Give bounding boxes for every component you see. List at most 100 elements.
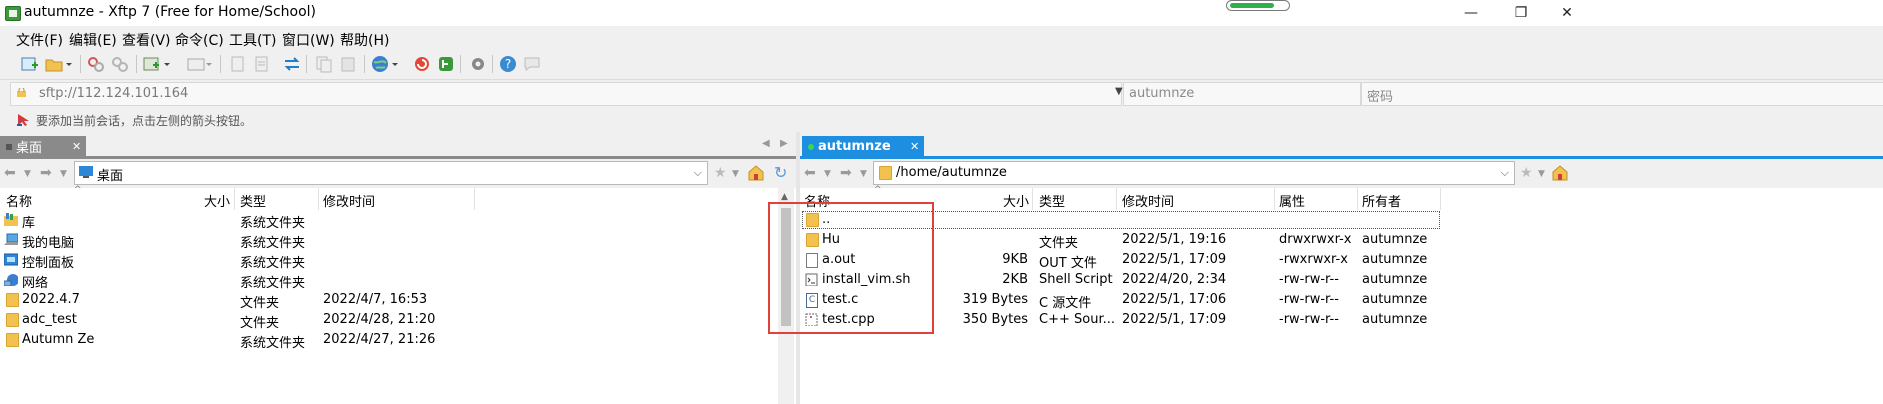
- table-row[interactable]: C test.c 319 Bytes C 源文件 2022/5/1, 17:06…: [800, 290, 1883, 311]
- toolbar-separator: [220, 55, 221, 73]
- table-row[interactable]: 库 系统文件夹: [0, 210, 796, 231]
- tab-scroll-left-icon[interactable]: ◀: [762, 138, 770, 149]
- remote-nav-bar: ⬅ ▼ ➡ ▼ /home/autumnze ⌵ ★ ▼: [800, 159, 1883, 188]
- minimize-button[interactable]: —: [1448, 0, 1494, 26]
- column-type[interactable]: 类型: [240, 191, 266, 210]
- menu-edit[interactable]: 编辑(E): [69, 30, 117, 50]
- refresh-icon[interactable]: ↻: [774, 163, 787, 182]
- menu-bar: 文件(F) 编辑(E) 查看(V) 命令(C) 工具(T) 窗口(W) 帮助(H…: [0, 26, 1883, 50]
- back-dropdown-icon[interactable]: ▼: [824, 169, 831, 179]
- close-button[interactable]: ✕: [1544, 0, 1590, 26]
- tab-local-desktop[interactable]: 桌面 ✕: [0, 136, 86, 157]
- column-type[interactable]: 类型: [1039, 191, 1065, 210]
- chat-bubble-icon[interactable]: [522, 54, 542, 74]
- favorites-dropdown-icon[interactable]: ▼: [1538, 169, 1545, 179]
- table-row[interactable]: Hu 文件夹 2022/5/1, 19:16 drwxrwxr-x autumn…: [800, 230, 1883, 251]
- table-row[interactable]: 控制面板 系统文件夹: [0, 250, 796, 271]
- table-row[interactable]: 2022.4.7 文件夹 2022/4/7, 16:53: [0, 290, 796, 311]
- host-address-input[interactable]: sftp://112.124.101.164 ▼: [10, 82, 1123, 106]
- table-row[interactable]: test.cpp 350 Bytes C++ Sour... 2022/5/1,…: [800, 310, 1883, 330]
- help-icon[interactable]: ?: [498, 54, 518, 74]
- local-path-input[interactable]: 桌面 ⌵: [74, 161, 708, 185]
- file-modified: 2022/4/27, 21:26: [323, 332, 436, 347]
- table-row[interactable]: 我的电脑 系统文件夹: [0, 230, 796, 251]
- menu-tools[interactable]: 工具(T): [229, 30, 276, 50]
- column-name[interactable]: 名称: [6, 191, 32, 210]
- scroll-up-icon[interactable]: ▲: [781, 192, 788, 202]
- open-folder-icon[interactable]: [44, 54, 64, 74]
- file-modified: 2022/5/1, 17:09: [1122, 312, 1227, 327]
- file-name: 2022.4.7: [22, 292, 80, 307]
- desktop-icon: [79, 166, 93, 178]
- column-modified[interactable]: 修改时间: [1122, 191, 1174, 210]
- new-session-icon[interactable]: [20, 54, 40, 74]
- disconnect-icon[interactable]: [86, 54, 106, 74]
- close-tab-icon[interactable]: ✕: [72, 140, 81, 153]
- table-row[interactable]: 网络 系统文件夹: [0, 270, 796, 291]
- view-mode-icon[interactable]: [186, 54, 212, 74]
- menu-window[interactable]: 窗口(W): [282, 30, 335, 50]
- table-row[interactable]: adc_test 文件夹 2022/4/28, 21:20: [0, 310, 796, 331]
- xftp-icon[interactable]: [436, 54, 456, 74]
- column-attributes[interactable]: 属性: [1279, 191, 1305, 210]
- menu-help[interactable]: 帮助(H): [340, 30, 389, 50]
- home-folder-icon[interactable]: [748, 165, 764, 181]
- new-folder-icon[interactable]: [142, 54, 162, 74]
- add-session-arrow-icon[interactable]: [16, 113, 30, 127]
- forward-arrow-icon[interactable]: ➡: [40, 165, 52, 181]
- globe-dropdown-icon[interactable]: [390, 54, 400, 74]
- forward-dropdown-icon[interactable]: ▼: [860, 169, 867, 179]
- back-arrow-icon[interactable]: ⬅: [4, 165, 16, 181]
- file-size: 9KB: [1002, 252, 1028, 267]
- column-size[interactable]: 大小: [1003, 191, 1029, 210]
- paste-icon[interactable]: [338, 54, 358, 74]
- chevron-down-icon[interactable]: ▼: [1115, 86, 1123, 97]
- back-dropdown-icon[interactable]: ▼: [24, 169, 31, 179]
- password-input[interactable]: 密码: [1361, 82, 1883, 106]
- favorites-star-icon[interactable]: ★: [1520, 165, 1533, 181]
- file-modified: 2022/5/1, 17:06: [1122, 292, 1227, 307]
- reconnect-icon[interactable]: [110, 54, 130, 74]
- maximize-button[interactable]: ❐: [1498, 0, 1544, 26]
- forward-arrow-icon[interactable]: ➡: [840, 165, 852, 181]
- file-type: 文件夹: [240, 316, 280, 331]
- menu-file[interactable]: 文件(F): [16, 30, 63, 50]
- column-owner[interactable]: 所有者: [1362, 191, 1401, 210]
- tab-scroll-right-icon[interactable]: ▶: [780, 138, 788, 149]
- table-row[interactable]: a.out 9KB OUT 文件 2022/5/1, 17:09 -rwxrwx…: [800, 250, 1883, 271]
- close-tab-icon[interactable]: ✕: [910, 140, 919, 153]
- remote-path-input[interactable]: /home/autumnze ⌵: [873, 161, 1515, 185]
- home-folder-icon[interactable]: [1552, 165, 1568, 181]
- sync-arrows-icon[interactable]: [282, 54, 302, 74]
- globe-icon[interactable]: [370, 54, 390, 74]
- path-chevron-down-icon[interactable]: ⌵: [1501, 166, 1509, 180]
- tab-remote-autumnze[interactable]: autumnze ✕: [802, 136, 924, 157]
- table-row[interactable]: ..: [800, 210, 1883, 230]
- table-row[interactable]: install_vim.sh 2KB Shell Script 2022/4/2…: [800, 270, 1883, 290]
- sort-caret-icon: ^: [874, 185, 882, 195]
- file-owner: autumnze: [1362, 232, 1428, 247]
- file-owner: autumnze: [1362, 312, 1428, 327]
- local-pane: 桌面 ✕ ◀ ▶ ⬅ ▼ ➡ ▼ 桌面 ⌵ ★ ▼ ↻ 名称 ^ 大小 类型 修…: [0, 132, 796, 404]
- column-divider: [1274, 188, 1275, 210]
- tab-label: 桌面: [16, 141, 43, 156]
- username-input[interactable]: autumnze: [1123, 82, 1361, 106]
- forward-dropdown-icon[interactable]: ▼: [60, 169, 67, 179]
- table-row[interactable]: Autumn Ze 系统文件夹 2022/4/27, 21:26: [0, 330, 796, 351]
- menu-view[interactable]: 查看(V): [122, 30, 171, 50]
- column-modified[interactable]: 修改时间: [323, 191, 375, 210]
- menu-command[interactable]: 命令(C): [175, 30, 224, 50]
- open-dropdown-icon[interactable]: [64, 54, 74, 74]
- properties-icon[interactable]: [228, 54, 248, 74]
- favorites-dropdown-icon[interactable]: ▼: [732, 169, 739, 179]
- back-arrow-icon[interactable]: ⬅: [804, 165, 816, 181]
- favorites-star-icon[interactable]: ★: [714, 165, 727, 181]
- path-chevron-down-icon[interactable]: ⌵: [694, 166, 702, 180]
- settings-gear-icon[interactable]: [468, 54, 488, 74]
- copy-icon[interactable]: [314, 54, 334, 74]
- column-size[interactable]: 大小: [204, 191, 230, 210]
- xshell-icon[interactable]: [412, 54, 432, 74]
- library-icon: [4, 213, 18, 226]
- permissions-icon[interactable]: [252, 54, 272, 74]
- new-dropdown-icon[interactable]: [162, 54, 172, 74]
